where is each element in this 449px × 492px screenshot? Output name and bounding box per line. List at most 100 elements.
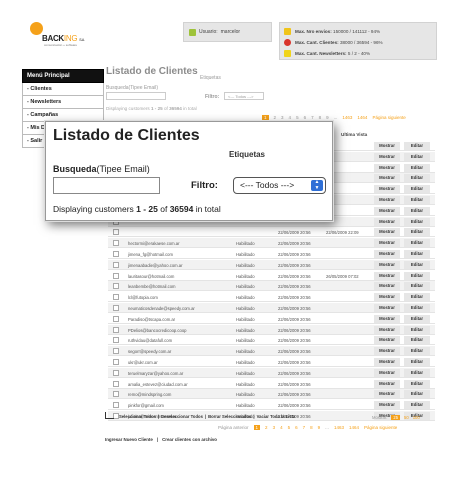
empty-list-link[interactable]: Vaciar Toda la Lista bbox=[257, 414, 296, 419]
show-button[interactable]: Mostrar bbox=[374, 358, 400, 366]
show-button[interactable]: Mostrar bbox=[374, 368, 400, 377]
show-button[interactable]: Mostrar bbox=[374, 390, 400, 399]
page-link[interactable]: 4 bbox=[289, 115, 292, 120]
prev-page-link[interactable]: Página anterior bbox=[218, 425, 249, 430]
show-button[interactable]: Mostrar bbox=[374, 401, 400, 410]
edit-button[interactable]: Editar bbox=[404, 260, 430, 269]
show-button[interactable]: Mostrar bbox=[374, 217, 400, 226]
page-link[interactable]: 9 bbox=[326, 115, 329, 120]
row-checkbox[interactable] bbox=[113, 229, 119, 236]
edit-button[interactable]: Editar bbox=[404, 347, 430, 356]
page-link[interactable]: 6 bbox=[295, 425, 298, 430]
page-link[interactable]: 1464 bbox=[349, 425, 359, 430]
page-link[interactable]: 7 bbox=[303, 425, 306, 430]
page-link[interactable]: 2 bbox=[274, 115, 277, 120]
show-button[interactable]: Mostrar bbox=[374, 174, 400, 183]
row-checkbox[interactable] bbox=[113, 380, 119, 387]
menu-item-newsletters[interactable]: - Newsletters bbox=[22, 96, 104, 109]
edit-button[interactable]: Editar bbox=[404, 282, 430, 291]
page-link[interactable]: 2 bbox=[265, 425, 268, 430]
page-link[interactable]: 4 bbox=[280, 425, 283, 430]
row-checkbox[interactable] bbox=[113, 305, 119, 311]
delete-selected-link[interactable]: Borrar Seleccionados bbox=[208, 414, 251, 419]
edit-button[interactable]: Editar bbox=[404, 152, 430, 161]
edit-button[interactable]: Editar bbox=[404, 185, 430, 194]
row-checkbox[interactable] bbox=[113, 402, 119, 409]
show-button[interactable]: Mostrar bbox=[374, 347, 400, 356]
page-link[interactable]: 5 bbox=[288, 425, 291, 430]
edit-button[interactable]: Editar bbox=[404, 250, 430, 258]
row-checkbox[interactable] bbox=[113, 261, 119, 268]
row-checkbox[interactable] bbox=[113, 251, 119, 257]
show-button[interactable]: Mostrar bbox=[374, 152, 400, 161]
edit-button[interactable]: Editar bbox=[404, 314, 430, 323]
edit-button[interactable]: Editar bbox=[404, 228, 430, 237]
edit-button[interactable]: Editar bbox=[404, 325, 430, 334]
show-button[interactable]: Mostrar bbox=[374, 228, 400, 237]
show-button[interactable]: Mostrar bbox=[374, 142, 400, 150]
row-checkbox[interactable] bbox=[113, 369, 119, 376]
page-size-option-selected[interactable]: 25 bbox=[391, 415, 401, 420]
edit-button[interactable]: Editar bbox=[404, 304, 430, 312]
menu-item-clientes[interactable]: - Clientes bbox=[22, 83, 104, 96]
filter-select-bg[interactable]: <--- Todos ---> bbox=[224, 92, 264, 100]
show-button[interactable]: Mostrar bbox=[374, 239, 400, 248]
show-button[interactable]: Mostrar bbox=[374, 271, 400, 280]
deselect-all-link[interactable]: Deseleccionar Todos bbox=[161, 414, 203, 419]
row-checkbox[interactable] bbox=[113, 326, 119, 333]
next-page-link[interactable]: Página siguiente bbox=[364, 425, 397, 430]
new-client-link[interactable]: Ingresar Nuevo Cliente bbox=[105, 437, 153, 442]
select-all-link[interactable]: Seleccionar Todos bbox=[119, 414, 156, 419]
edit-button[interactable]: Editar bbox=[404, 142, 430, 150]
row-checkbox[interactable] bbox=[113, 294, 119, 301]
show-button[interactable]: Mostrar bbox=[374, 304, 400, 312]
show-button[interactable]: Mostrar bbox=[374, 314, 400, 323]
page-link[interactable]: 8 bbox=[319, 115, 322, 120]
etiquetas-label-bg[interactable]: Etiquetas bbox=[200, 75, 221, 81]
search-input-bg[interactable] bbox=[106, 92, 166, 100]
edit-button[interactable]: Editar bbox=[404, 293, 430, 302]
edit-button[interactable]: Editar bbox=[404, 336, 430, 345]
page-link[interactable]: 1464 bbox=[357, 115, 367, 120]
page-link[interactable]: 3 bbox=[281, 115, 284, 120]
page-link[interactable]: 8 bbox=[310, 425, 313, 430]
page-link[interactable]: 1463 bbox=[334, 425, 344, 430]
page-size-option[interactable]: 100 bbox=[413, 415, 420, 420]
show-button[interactable]: Mostrar bbox=[374, 325, 400, 334]
show-button[interactable]: Mostrar bbox=[374, 163, 400, 172]
show-button[interactable]: Mostrar bbox=[374, 260, 400, 269]
show-button[interactable]: Mostrar bbox=[374, 206, 400, 215]
edit-button[interactable]: Editar bbox=[404, 196, 430, 204]
show-button[interactable]: Mostrar bbox=[374, 185, 400, 194]
edit-button[interactable]: Editar bbox=[404, 217, 430, 226]
import-clients-link[interactable]: Crear clientes con archivo bbox=[162, 437, 217, 442]
show-button[interactable]: Mostrar bbox=[374, 336, 400, 345]
page-link[interactable]: 6 bbox=[304, 115, 307, 120]
row-checkbox[interactable] bbox=[113, 283, 119, 290]
edit-button[interactable]: Editar bbox=[404, 271, 430, 280]
show-button[interactable]: Mostrar bbox=[374, 379, 400, 388]
etiquetas-link[interactable]: Etiquetas bbox=[229, 150, 265, 159]
edit-button[interactable]: Editar bbox=[404, 401, 430, 410]
row-checkbox[interactable] bbox=[113, 315, 119, 322]
show-button[interactable]: Mostrar bbox=[374, 250, 400, 258]
edit-button[interactable]: Editar bbox=[404, 163, 430, 172]
page-link[interactable]: 9 bbox=[318, 425, 321, 430]
page-size-option[interactable]: 50 bbox=[404, 415, 409, 420]
page-link[interactable]: 3 bbox=[273, 425, 276, 430]
edit-button[interactable]: Editar bbox=[404, 239, 430, 248]
next-page-link[interactable]: Página siguiente bbox=[372, 115, 405, 120]
edit-button[interactable]: Editar bbox=[404, 379, 430, 388]
page-link[interactable]: 1463 bbox=[342, 115, 352, 120]
page-current[interactable]: 1 bbox=[253, 425, 261, 430]
edit-button[interactable]: Editar bbox=[404, 174, 430, 183]
row-checkbox[interactable] bbox=[113, 359, 119, 365]
search-input[interactable] bbox=[53, 177, 160, 194]
row-checkbox[interactable] bbox=[113, 337, 119, 344]
filter-select[interactable]: <--- Todos ---> ▲ ▼ bbox=[233, 177, 326, 194]
show-button[interactable]: Mostrar bbox=[374, 196, 400, 204]
show-button[interactable]: Mostrar bbox=[374, 282, 400, 291]
row-checkbox[interactable] bbox=[113, 391, 119, 398]
row-checkbox[interactable] bbox=[113, 272, 119, 279]
page-current[interactable]: 1 bbox=[262, 115, 269, 120]
